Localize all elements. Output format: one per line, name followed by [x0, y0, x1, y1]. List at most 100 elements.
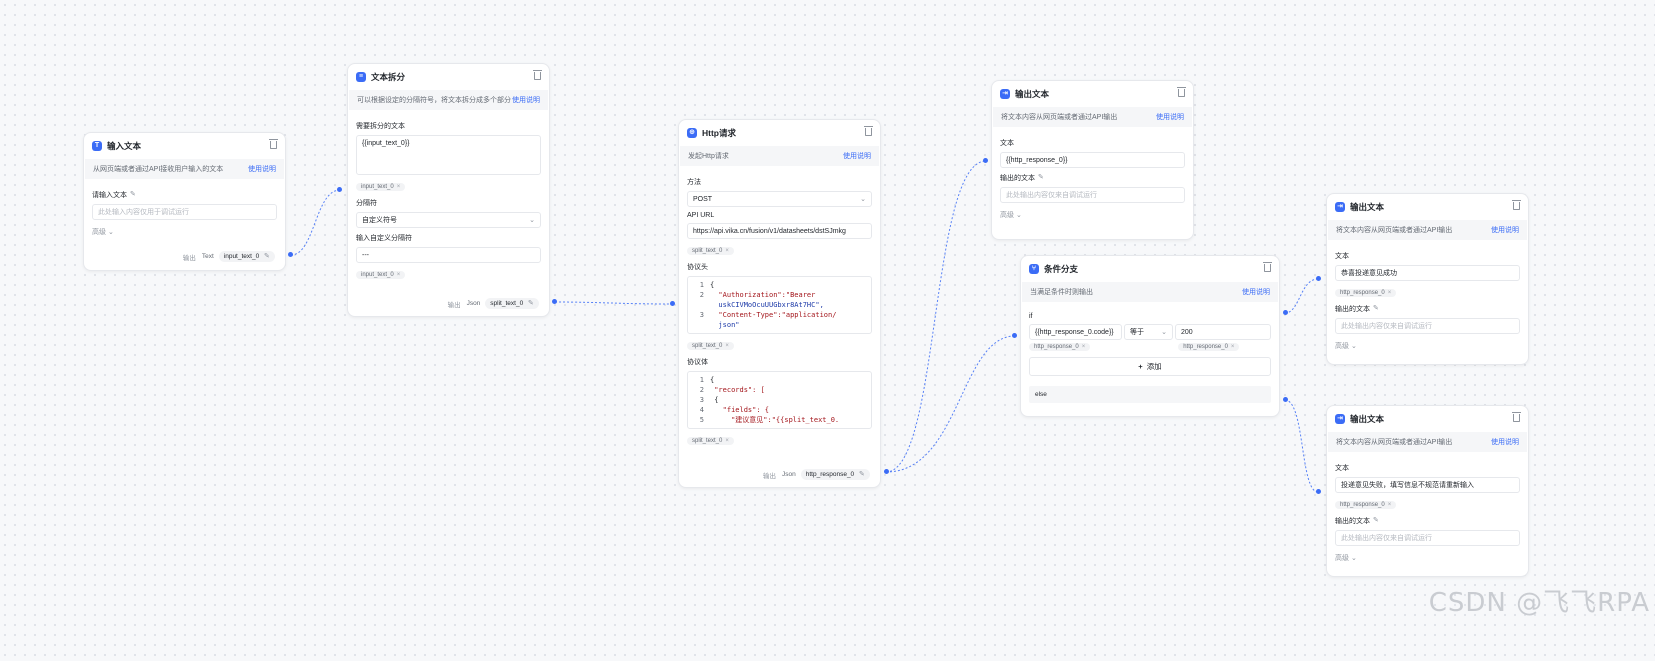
- delete-icon[interactable]: [1512, 412, 1521, 422]
- wire-http-to-condition: [885, 335, 1016, 473]
- node-header: ⇥ 输出文本: [992, 81, 1193, 107]
- custom-separator-input[interactable]: ---: [356, 247, 541, 263]
- node-output-fail[interactable]: ⇥ 输出文本 将文本内容从网页端或者通过API输出 使用说明 文本 投递意见失败…: [1326, 405, 1529, 577]
- help-link[interactable]: 使用说明: [1242, 287, 1270, 297]
- delete-icon[interactable]: [269, 139, 278, 149]
- field-label: 输出的文本 ✎: [1000, 174, 1044, 182]
- output-text-input[interactable]: {{http_response_0}}: [1000, 152, 1185, 168]
- input-port[interactable]: [337, 187, 342, 192]
- input-port[interactable]: [1012, 333, 1017, 338]
- condition-right-input[interactable]: 200: [1175, 324, 1271, 340]
- delete-icon[interactable]: [1512, 200, 1521, 210]
- node-description: 发起Http请求: [688, 153, 729, 160]
- chevron-down-icon: ⌄: [860, 196, 866, 203]
- variable-tag[interactable]: split_text_0 ×: [687, 247, 734, 255]
- help-link[interactable]: 使用说明: [843, 151, 871, 161]
- variable-tag[interactable]: http_response_0 ×: [1029, 343, 1091, 351]
- advanced-toggle[interactable]: 高级 ⌄: [1000, 210, 1185, 220]
- delete-icon[interactable]: [1177, 87, 1186, 97]
- output-type: Text: [201, 253, 214, 260]
- output-label: 输出: [182, 254, 196, 262]
- field-label: 需要拆分的文本: [356, 123, 405, 130]
- add-condition-button[interactable]: + 添加: [1029, 357, 1271, 376]
- node-description-row: 当满足条件时则输出 使用说明: [1022, 282, 1278, 302]
- field-label: 协议头: [687, 264, 708, 271]
- code-line: 1{: [699, 281, 715, 289]
- output-row: 输出 Text input_text_0 ✎: [183, 251, 275, 262]
- chevron-down-icon: ⌄: [529, 217, 535, 224]
- delete-icon[interactable]: [864, 126, 873, 136]
- node-description-row: 将文本内容从网页端或者通过API输出 使用说明: [1328, 220, 1527, 240]
- code-line: 3 "Content-Type":"application/: [699, 311, 837, 319]
- output-port[interactable]: [552, 299, 557, 304]
- code-line: 3 {: [699, 396, 719, 404]
- headers-code-editor[interactable]: 1{ 2 "Authorization":"Bearer uskCIVMoOcu…: [687, 276, 872, 334]
- pencil-icon[interactable]: ✎: [1038, 174, 1044, 181]
- node-text-split[interactable]: ≡ 文本拆分 可以根据设定的分隔符号，将文本拆分成多个部分 使用说明 需要拆分的…: [347, 63, 550, 317]
- output-variable[interactable]: http_response_0 ✎: [800, 469, 870, 480]
- pencil-icon[interactable]: ✎: [130, 191, 136, 198]
- node-condition-branch[interactable]: ⑂ 条件分支 当满足条件时则输出 使用说明 if {{http_response…: [1020, 255, 1280, 417]
- watermark: CSDN @飞飞RPA: [1428, 588, 1650, 618]
- advanced-toggle[interactable]: 高级 ⌄: [1335, 553, 1520, 563]
- node-description: 将文本内容从网页端或者通过API输出: [1336, 227, 1453, 234]
- else-branch: else: [1029, 386, 1271, 403]
- code-line: 1{: [699, 376, 715, 384]
- variable-tag[interactable]: http_response_0 ×: [1335, 289, 1397, 297]
- condition-tags: http_response_0 × http_response_0 ×: [1029, 340, 1271, 351]
- output-text-input[interactable]: 投递意见失败，填写信息不规范请重新输入: [1335, 477, 1520, 493]
- output-port[interactable]: [288, 252, 293, 257]
- input-port[interactable]: [983, 158, 988, 163]
- node-input-text[interactable]: T 输入文本 从网页端或者通过API接收用户输入的文本 使用说明 请输入文本 ✎ …: [83, 132, 286, 271]
- variable-tag[interactable]: input_text_0 ×: [356, 271, 406, 279]
- node-output-success[interactable]: ⇥ 输出文本 将文本内容从网页端或者通过API输出 使用说明 文本 恭喜投递意见…: [1326, 193, 1529, 365]
- else-output-port[interactable]: [1283, 397, 1288, 402]
- node-title: 条件分支: [1044, 264, 1079, 274]
- node-http-request[interactable]: ⊕ Http请求 发起Http请求 使用说明 方法 POST ⌄ API URL …: [678, 119, 881, 488]
- output-port[interactable]: [884, 469, 889, 474]
- method-select[interactable]: POST ⌄: [687, 191, 872, 207]
- node-header: ⇥ 输出文本: [1327, 194, 1528, 220]
- condition-left-input[interactable]: {{http_response_0.code}}: [1029, 324, 1122, 340]
- if-output-port[interactable]: [1283, 310, 1288, 315]
- advanced-toggle[interactable]: 高级 ⌄: [92, 227, 277, 237]
- text-icon: T: [92, 141, 102, 151]
- help-link[interactable]: 使用说明: [1156, 112, 1184, 122]
- field-label: 文本: [1000, 140, 1014, 147]
- node-title: 输出文本: [1350, 414, 1385, 424]
- condition-operator-select[interactable]: 等于 ⌄: [1124, 324, 1173, 340]
- api-url-input[interactable]: https://api.vika.cn/fusion/v1/datasheets…: [687, 223, 872, 239]
- pencil-icon[interactable]: ✎: [1373, 517, 1379, 524]
- output-text-input[interactable]: 恭喜投递意见成功: [1335, 265, 1520, 281]
- condition-row: {{http_response_0.code}} 等于 ⌄ 200: [1029, 324, 1271, 340]
- node-title: 输出文本: [1015, 89, 1050, 99]
- node-output-text[interactable]: ⇥ 输出文本 将文本内容从网页端或者通过API输出 使用说明 文本 {{http…: [991, 80, 1194, 240]
- output-type: Json: [466, 300, 481, 307]
- input-port[interactable]: [1316, 276, 1321, 281]
- pencil-icon[interactable]: ✎: [1373, 305, 1379, 312]
- separator-select[interactable]: 自定义符号 ⌄: [356, 212, 541, 228]
- output-result-field: 此处输出内容仅来自调试运行: [1335, 318, 1520, 334]
- variable-tag[interactable]: input_text_0 ×: [356, 183, 406, 191]
- input-text-field[interactable]: 此处输入内容仅用于调试运行: [92, 204, 277, 220]
- delete-icon[interactable]: [533, 70, 542, 80]
- help-link[interactable]: 使用说明: [1491, 437, 1519, 447]
- pencil-icon: ✎: [264, 253, 270, 260]
- variable-tag[interactable]: split_text_0 ×: [687, 437, 734, 445]
- variable-tag[interactable]: http_response_0 ×: [1335, 501, 1397, 509]
- help-link[interactable]: 使用说明: [248, 164, 276, 174]
- field-label: 文本: [1335, 465, 1349, 472]
- help-link[interactable]: 使用说明: [1491, 225, 1519, 235]
- input-port[interactable]: [1316, 489, 1321, 494]
- variable-tag[interactable]: split_text_0 ×: [687, 342, 734, 350]
- output-variable[interactable]: input_text_0 ✎: [218, 251, 275, 262]
- output-row: 输出 Json split_text_0 ✎: [448, 298, 539, 309]
- help-link[interactable]: 使用说明: [512, 95, 540, 105]
- advanced-toggle[interactable]: 高级 ⌄: [1335, 341, 1520, 351]
- output-variable[interactable]: split_text_0 ✎: [485, 298, 539, 309]
- input-port[interactable]: [670, 301, 675, 306]
- split-text-input[interactable]: {{input_text_0}}: [356, 135, 541, 175]
- variable-tag[interactable]: http_response_0 ×: [1178, 343, 1240, 351]
- body-code-editor[interactable]: 1{ 2 "records": [ 3 { 4 "fields": { 5 "建…: [687, 371, 872, 429]
- delete-icon[interactable]: [1263, 262, 1272, 272]
